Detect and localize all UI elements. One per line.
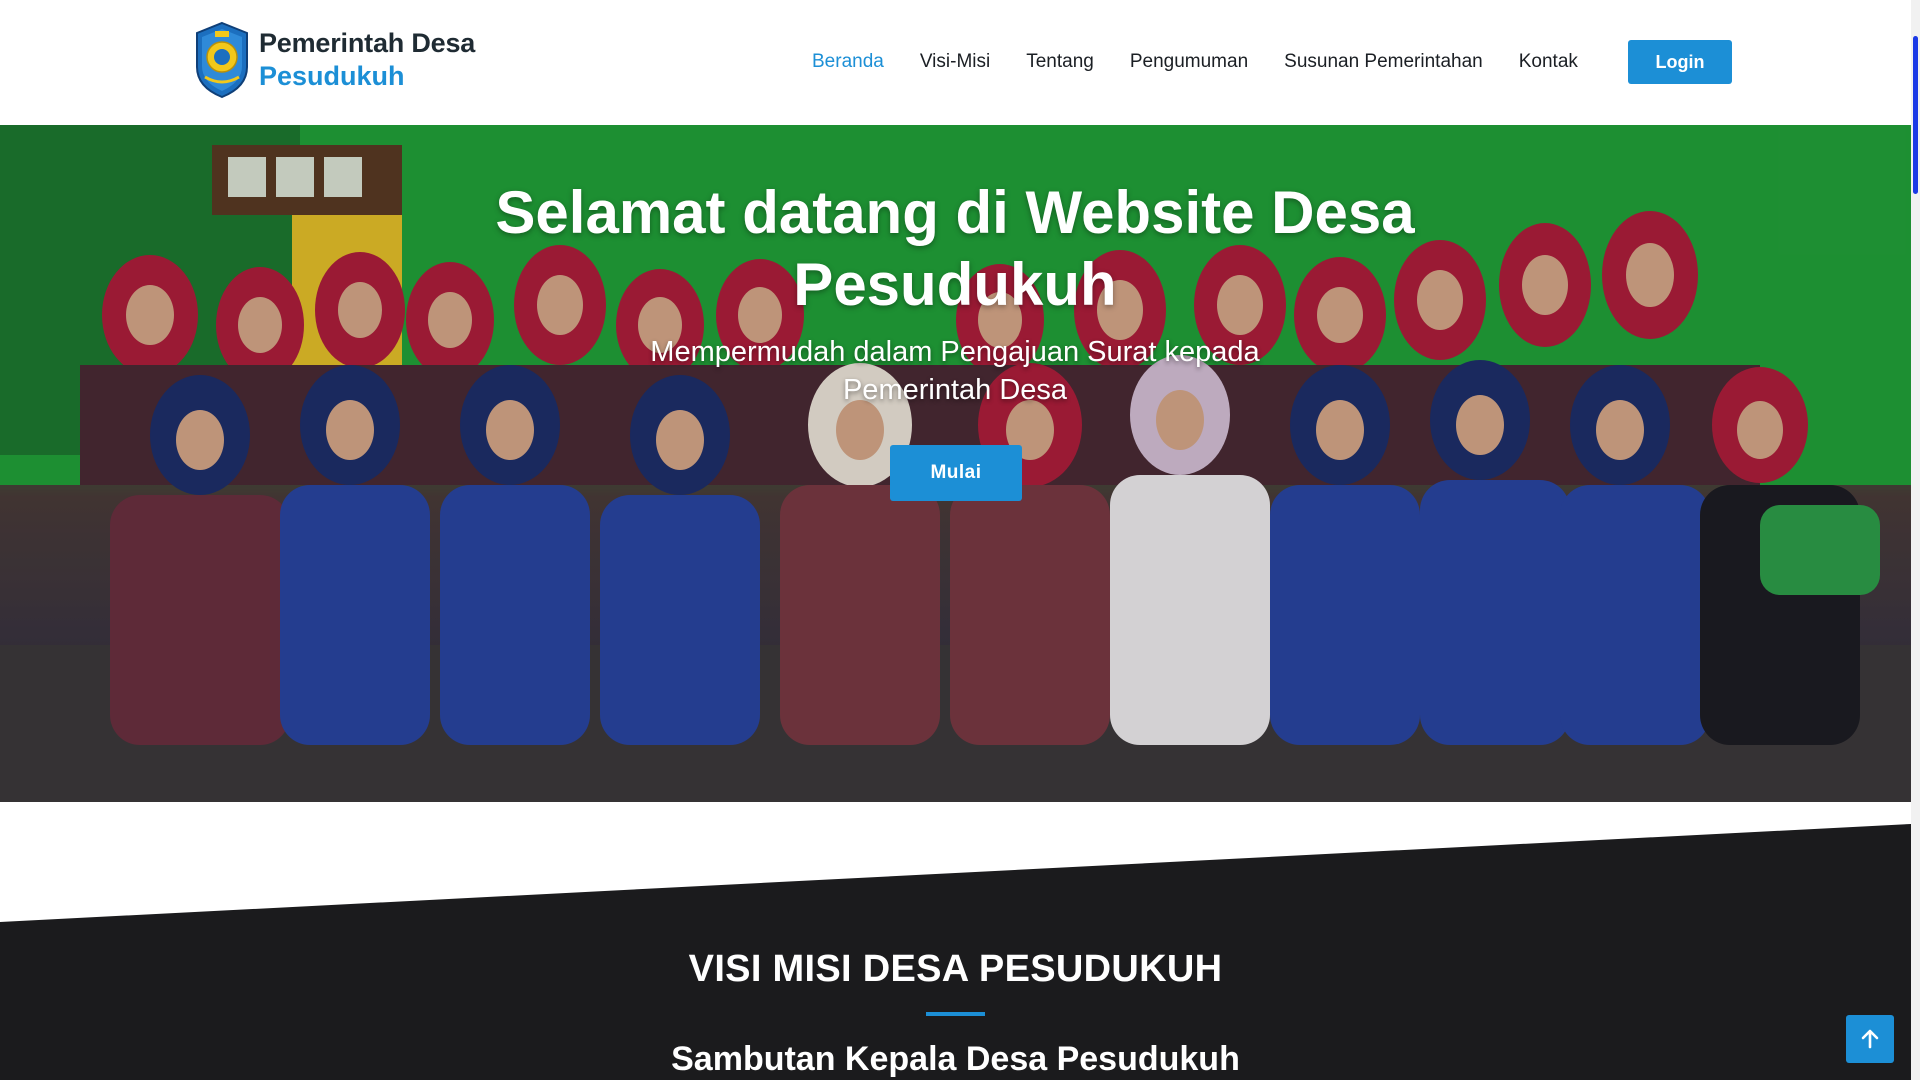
slanted-background bbox=[0, 824, 1911, 1080]
scrollbar-thumb[interactable] bbox=[1913, 36, 1918, 194]
hero-section: Selamat datang di Website Desa Pesudukuh… bbox=[0, 125, 1911, 802]
nav-item-visi-misi[interactable]: Visi-Misi bbox=[920, 51, 990, 73]
nav-item-beranda[interactable]: Beranda bbox=[812, 51, 884, 73]
village-emblem-icon bbox=[196, 21, 248, 99]
nav-item-kontak[interactable]: Kontak bbox=[1519, 51, 1578, 73]
section-subtitle: Sambutan Kepala Desa Pesudukuh bbox=[671, 1040, 1240, 1078]
section-title: VISI MISI DESA PESUDUKUH bbox=[688, 948, 1223, 990]
scroll-to-top-button[interactable] bbox=[1846, 1015, 1894, 1063]
site-header: Pemerintah Desa Pesudukuh Beranda Visi-M… bbox=[0, 0, 1911, 125]
section-divider bbox=[926, 1012, 985, 1016]
hero-subtitle: Mempermudah dalam Pengajuan Surat kepada… bbox=[650, 336, 1260, 406]
hero-title: Selamat datang di Website Desa Pesudukuh bbox=[495, 179, 1415, 318]
start-button[interactable]: Mulai bbox=[890, 445, 1022, 501]
nav-item-susunan-pemerintahan[interactable]: Susunan Pemerintahan bbox=[1284, 51, 1483, 73]
brand-subtitle: Pesudukuh bbox=[259, 61, 405, 91]
login-button[interactable]: Login bbox=[1628, 40, 1732, 84]
nav-item-pengumuman[interactable]: Pengumuman bbox=[1130, 51, 1248, 73]
brand-title: Pemerintah Desa bbox=[259, 28, 476, 58]
main-nav: Beranda Visi-Misi Tentang Pengumuman Sus… bbox=[812, 40, 1614, 84]
brand[interactable]: Pemerintah Desa Pesudukuh bbox=[193, 20, 475, 100]
nav-item-tentang[interactable]: Tentang bbox=[1026, 51, 1094, 73]
visi-misi-section: VISI MISI DESA PESUDUKUH Sambutan Kepala… bbox=[0, 802, 1911, 1080]
arrow-up-icon bbox=[1861, 1029, 1879, 1049]
